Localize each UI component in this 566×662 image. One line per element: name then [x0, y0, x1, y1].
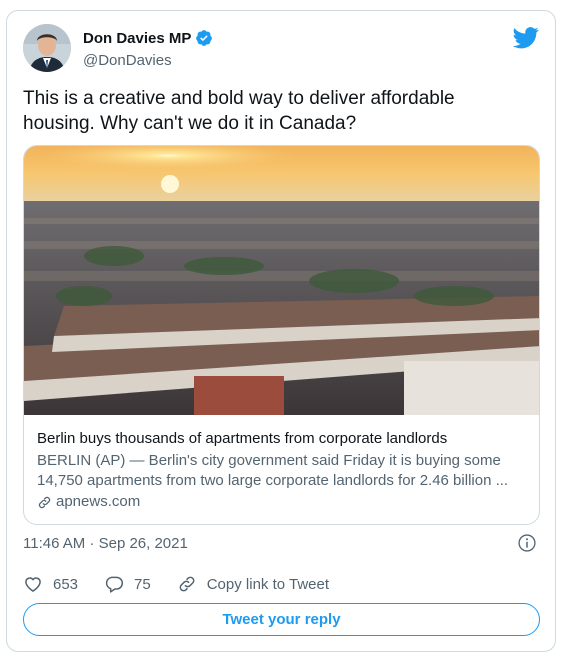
link-preview-meta[interactable]: Berlin buys thousands of apartments from…: [37, 429, 529, 512]
link-preview-image[interactable]: [24, 146, 540, 415]
avatar-image: [23, 24, 71, 72]
copy-link-button[interactable]: Copy link to Tweet: [177, 574, 329, 594]
link-icon: [38, 496, 51, 508]
author-name-text[interactable]: Don Davies MP: [83, 30, 191, 47]
twitter-bird-icon[interactable]: [513, 27, 539, 49]
author-name[interactable]: Don Davies MP: [83, 29, 213, 47]
link-preview-card[interactable]: Berlin buys thousands of apartments from…: [23, 145, 540, 525]
heart-icon: [25, 577, 41, 592]
avatar[interactable]: [23, 24, 71, 72]
verified-badge-icon: [196, 30, 213, 46]
tweet-timestamp[interactable]: 11:46 AM · Sep 26, 2021: [23, 535, 188, 552]
reply-action-button[interactable]: 75: [104, 574, 151, 594]
link-domain-text[interactable]: apnews.com: [56, 492, 140, 512]
link-title[interactable]: Berlin buys thousands of apartments from…: [37, 429, 529, 449]
like-button[interactable]: 653: [23, 574, 78, 594]
tweet-your-reply-button[interactable]: Tweet your reply: [23, 603, 540, 636]
tweet-actions: 653 75 Copy link to Tweet: [23, 573, 355, 595]
info-icon[interactable]: [517, 533, 537, 553]
link-domain[interactable]: apnews.com: [37, 492, 529, 512]
copy-link-label: Copy link to Tweet: [206, 575, 330, 593]
reply-bubble-icon: [105, 576, 124, 593]
tweet-text: This is a creative and bold way to deliv…: [23, 88, 455, 134]
reply-count: 75: [134, 575, 151, 593]
author-handle[interactable]: @DonDavies: [83, 52, 172, 69]
link-description: BERLIN (AP) — Berlin's city government s…: [37, 452, 509, 489]
like-count: 653: [53, 575, 79, 593]
copy-link-icon: [179, 576, 195, 592]
tweet-card: Don Davies MP @DonDavies This is a creat…: [6, 10, 556, 652]
